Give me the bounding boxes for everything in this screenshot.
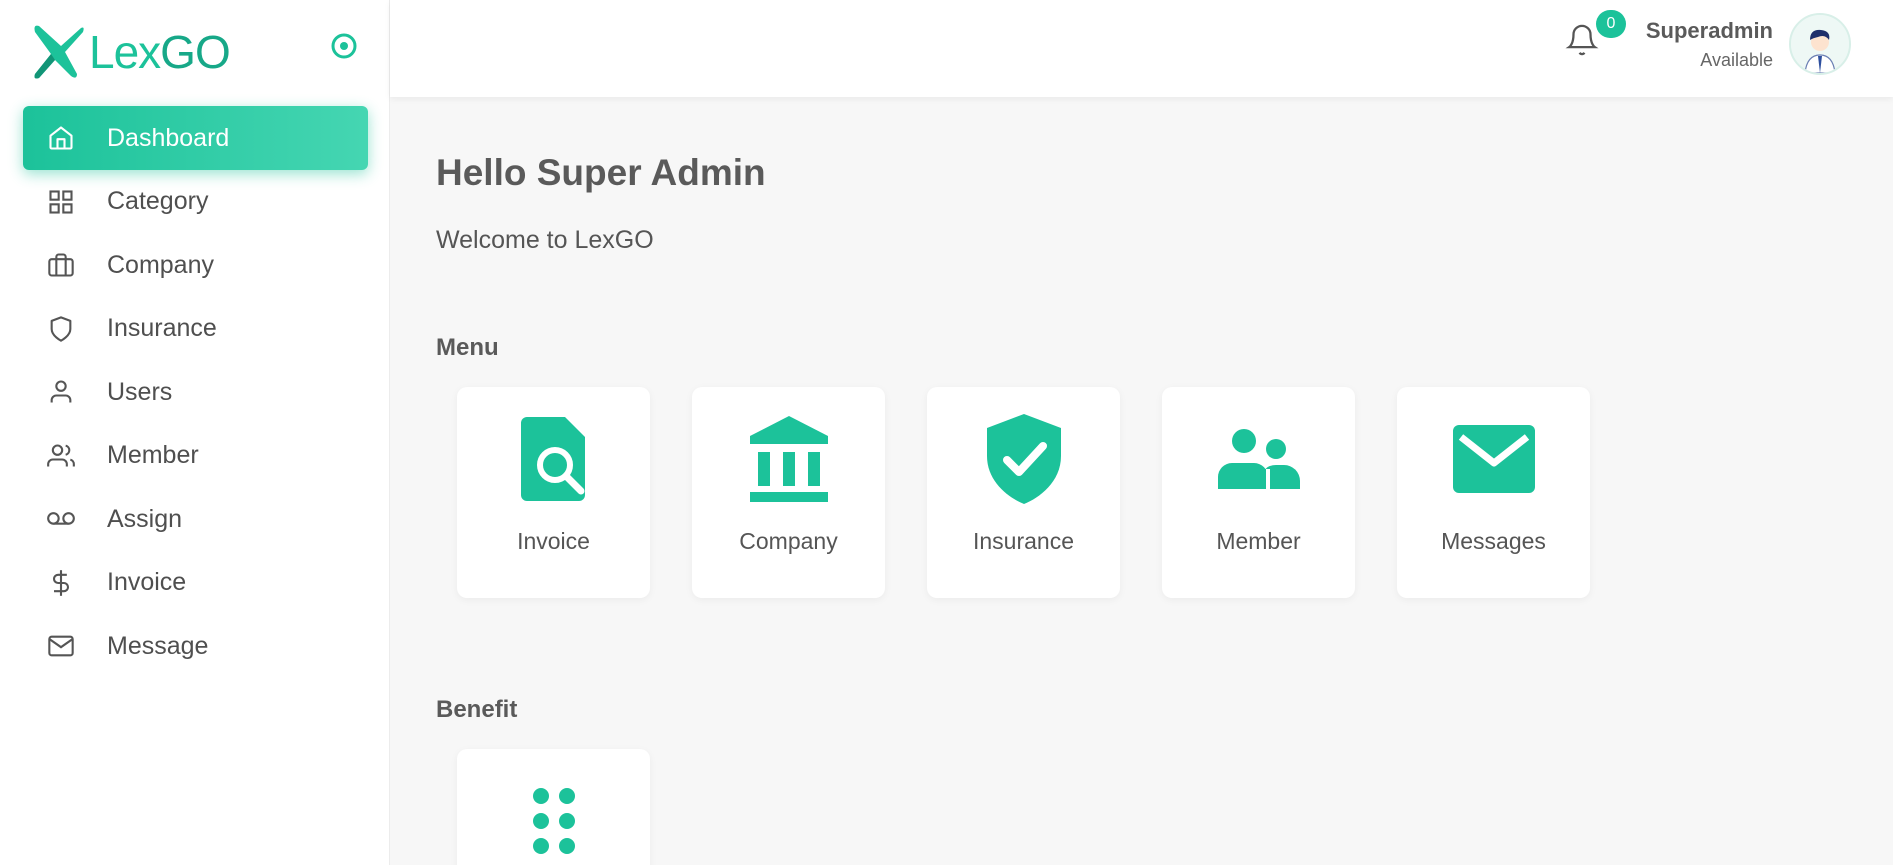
benefit-section-title: Benefit — [436, 696, 518, 723]
logo-text: LexGO — [89, 26, 231, 78]
sidebar-item-member[interactable]: Member — [23, 424, 368, 488]
sidebar-item-label: Assign — [107, 504, 183, 533]
mail-icon — [45, 630, 77, 662]
lexgo-logo-icon — [34, 25, 84, 79]
shield-icon — [45, 313, 77, 345]
menu-card-label: Invoice — [517, 528, 590, 554]
sidebar-item-label: Insurance — [107, 314, 217, 342]
sidebar-nav: Dashboard Category Company Insurance Use… — [23, 106, 368, 678]
user-icon — [45, 376, 77, 408]
home-icon — [45, 122, 77, 154]
sidebar-item-label: Message — [107, 631, 209, 660]
sidebar-item-company[interactable]: Company — [23, 233, 368, 297]
user-name[interactable]: Superadmin — [1646, 18, 1773, 44]
sidebar-item-label: Member — [107, 441, 199, 469]
menu-card-label: Company — [739, 528, 838, 554]
grid-icon — [45, 186, 77, 218]
dollar-icon — [45, 567, 77, 599]
sidebar-item-invoice[interactable]: Invoice — [23, 551, 368, 615]
menu-card-label: Member — [1216, 528, 1301, 554]
menu-card-label: Insurance — [972, 528, 1074, 554]
sidebar-item-label: Company — [107, 250, 214, 279]
sidebar-item-users[interactable]: Users — [23, 360, 368, 424]
logo[interactable]: LexGO — [33, 24, 231, 80]
briefcase-icon — [45, 249, 77, 281]
sidebar: LexGO Dashboard Category Company Insuran… — [0, 0, 390, 865]
menu-card-messages[interactable]: Messages — [1397, 387, 1590, 598]
file-search-icon — [457, 413, 650, 505]
sidebar-item-category[interactable]: Category — [23, 170, 368, 234]
dots-grid-icon — [457, 775, 650, 865]
menu-section-title: Menu — [436, 334, 499, 361]
top-header: 0 Superadmin Available — [390, 0, 1893, 97]
menu-card-insurance[interactable]: Insurance — [927, 387, 1120, 598]
sidebar-item-label: Dashboard — [107, 123, 230, 152]
avatar[interactable] — [1789, 13, 1851, 75]
sidebar-item-message[interactable]: Message — [23, 614, 368, 678]
sidebar-item-label: Invoice — [107, 568, 187, 596]
people-icon — [1162, 413, 1355, 505]
notification-badge: 0 — [1596, 10, 1626, 38]
bank-icon — [692, 413, 885, 505]
voicemail-icon — [45, 503, 77, 535]
user-status: Available — [1700, 50, 1773, 70]
users-icon — [45, 440, 77, 472]
menu-card-member[interactable]: Member — [1162, 387, 1355, 598]
sidebar-item-assign[interactable]: Assign — [23, 487, 368, 551]
benefit-card[interactable] — [457, 749, 650, 865]
sidebar-item-label: Users — [107, 377, 173, 406]
menu-card-label: Messages — [1441, 528, 1546, 554]
menu-card-company[interactable]: Company — [692, 387, 885, 598]
sidebar-item-label: Category — [107, 187, 209, 215]
sidebar-item-dashboard[interactable]: Dashboard — [23, 106, 368, 170]
envelope-icon — [1397, 413, 1590, 505]
page-title: Hello Super Admin — [436, 152, 766, 193]
bell-icon[interactable] — [1565, 22, 1599, 58]
sidebar-toggle-icon[interactable] — [330, 32, 358, 60]
sidebar-item-insurance[interactable]: Insurance — [23, 297, 368, 361]
welcome-text: Welcome to LexGO — [436, 226, 654, 254]
shield-check-icon — [927, 413, 1120, 505]
menu-card-invoice[interactable]: Invoice — [457, 387, 650, 598]
